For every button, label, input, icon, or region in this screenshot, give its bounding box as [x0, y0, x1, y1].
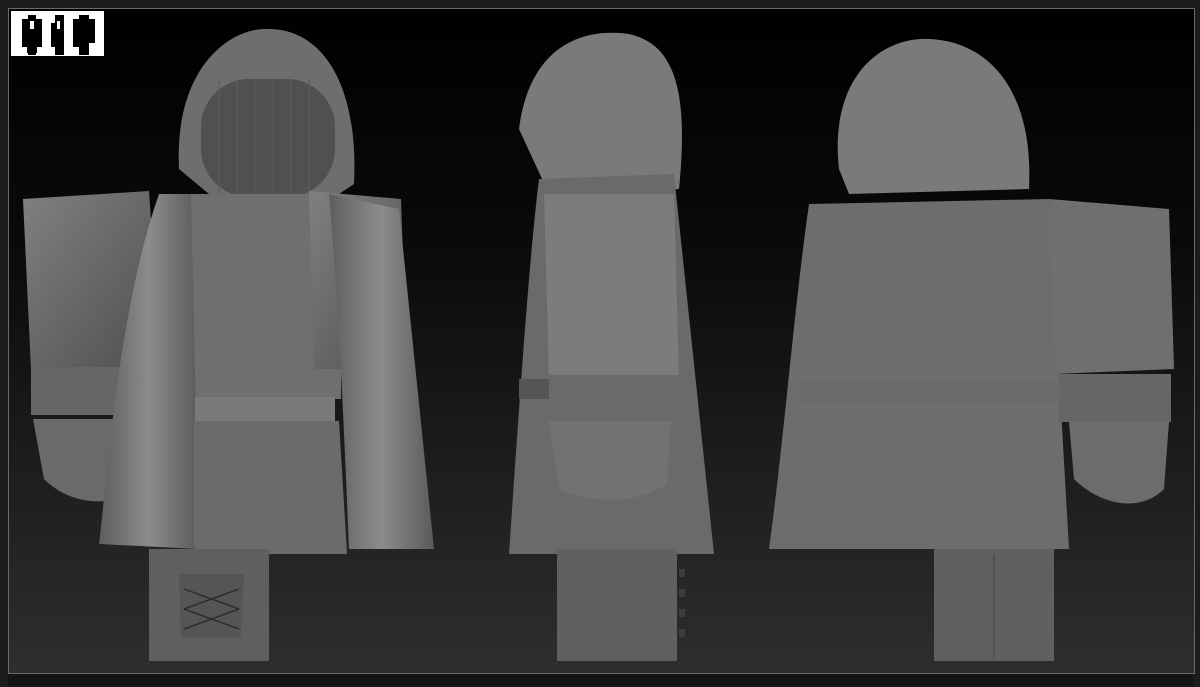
boot-eyelets: [679, 569, 685, 637]
right-sleeve: [1049, 199, 1174, 374]
arm: [544, 194, 679, 379]
bottom-bar: [8, 674, 1193, 686]
glove: [549, 421, 671, 500]
hood: [837, 38, 1030, 194]
cuff: [544, 375, 679, 421]
right-glove: [1069, 422, 1169, 504]
cuff-strap: [519, 379, 549, 399]
model-front-view[interactable]: [9, 9, 449, 673]
coat-right-panel: [329, 194, 434, 549]
boot: [557, 549, 677, 661]
right-cuff: [1059, 374, 1171, 422]
hood: [519, 32, 682, 194]
model-back-view[interactable]: [769, 9, 1189, 673]
back-coat: [769, 199, 1069, 549]
trousers: [194, 421, 347, 554]
head: [201, 79, 335, 197]
belt: [799, 381, 1064, 403]
3d-viewport[interactable]: [8, 8, 1195, 674]
waistband: [195, 397, 335, 423]
model-side-view[interactable]: [489, 9, 739, 673]
